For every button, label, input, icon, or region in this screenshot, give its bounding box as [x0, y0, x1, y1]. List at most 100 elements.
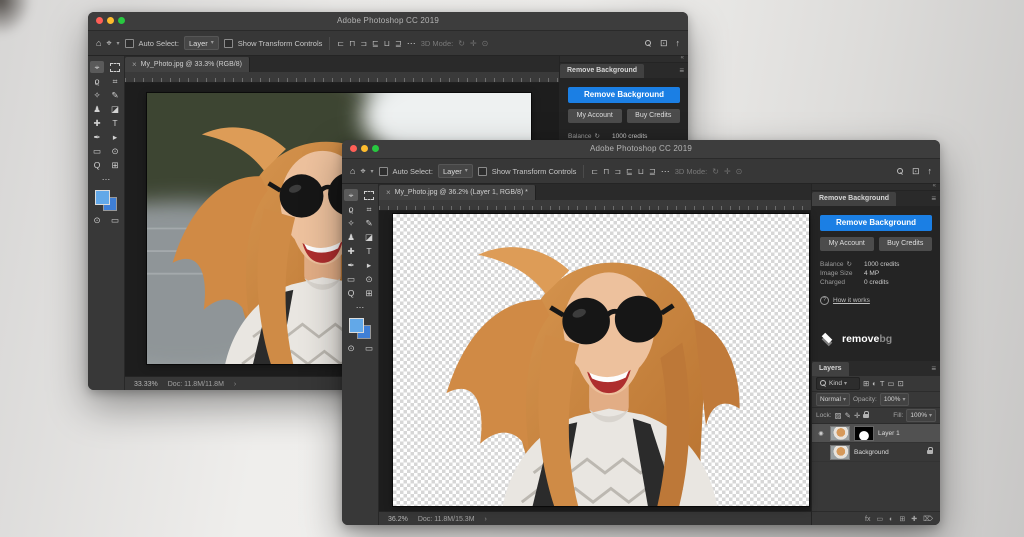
panel-collapse-strip[interactable]: « — [560, 56, 688, 63]
align-left-icon[interactable]: ⊏ — [337, 39, 344, 48]
align-right-icon[interactable]: ⊐ — [614, 167, 621, 176]
layer-effects-icon[interactable]: fx — [865, 516, 870, 523]
lock-position-icon[interactable]: ✛ — [854, 411, 860, 420]
layer-name[interactable]: Layer 1 — [878, 430, 900, 437]
align-bottom-icon[interactable]: ⊒ — [649, 167, 656, 176]
title-bar[interactable]: Adobe Photoshop CC 2019 — [342, 140, 940, 159]
search-icon[interactable] — [645, 40, 652, 47]
healing-brush-tool[interactable]: ✚ — [344, 245, 358, 257]
filter-smart-icon[interactable]: ⊡ — [898, 379, 904, 388]
quick-mask-icon[interactable]: ⊙ — [344, 342, 358, 354]
layer-row-background[interactable]: Background — [812, 443, 940, 462]
auto-select-dropdown[interactable]: Layer▾ — [184, 36, 219, 50]
pen-tool[interactable]: ✒ — [90, 131, 104, 143]
close-tab-icon[interactable]: × — [132, 60, 137, 69]
align-right-icon[interactable]: ⊐ — [360, 39, 367, 48]
crop-tool[interactable]: ⌗ — [108, 75, 122, 87]
align-bottom-icon[interactable]: ⊒ — [395, 39, 402, 48]
layer-filter-dropdown[interactable]: Kind▾ — [816, 377, 860, 390]
lock-transparency-icon[interactable]: ▨ — [835, 411, 842, 420]
zoom-level[interactable]: 33.33% — [134, 381, 158, 388]
pen-tool[interactable]: ✒ — [344, 259, 358, 271]
marquee-tool[interactable] — [108, 61, 122, 73]
clone-stamp-tool[interactable]: ♟ — [90, 103, 104, 115]
filter-type-icon[interactable]: T — [880, 379, 885, 388]
foreground-color-swatch[interactable] — [95, 190, 110, 205]
zoom-window-button[interactable] — [118, 17, 125, 24]
new-group-icon[interactable]: ⊞ — [899, 515, 905, 523]
share-icon[interactable]: ↑ — [928, 167, 933, 176]
more-align-icon[interactable]: ⋯ — [407, 39, 416, 48]
clone-stamp-tool[interactable]: ♟ — [344, 231, 358, 243]
marquee-tool[interactable] — [362, 189, 376, 201]
type-tool[interactable]: T — [362, 245, 376, 257]
share-icon[interactable]: ↑ — [676, 39, 681, 48]
refresh-icon[interactable]: ↻ — [847, 260, 852, 269]
layers-panel-menu-icon[interactable]: ≡ — [931, 364, 936, 373]
minimize-window-button[interactable] — [107, 17, 114, 24]
my-account-button[interactable]: My Account — [820, 237, 874, 251]
remove-background-button[interactable]: Remove Background — [568, 87, 680, 103]
path-select-tool[interactable]: ▸ — [108, 131, 122, 143]
title-bar[interactable]: Adobe Photoshop CC 2019 — [88, 12, 688, 31]
blend-mode-dropdown[interactable]: Normal▾ — [816, 393, 850, 406]
foreground-color-swatch[interactable] — [349, 318, 364, 333]
edit-toolbar-icon[interactable]: ⋯ — [353, 301, 367, 313]
crop-tool[interactable]: ⌗ — [362, 203, 376, 215]
zoom-tool[interactable]: Q — [90, 159, 104, 171]
new-layer-icon[interactable]: ✚ — [911, 515, 917, 523]
filter-shape-icon[interactable]: ▭ — [887, 379, 894, 388]
shape-tool[interactable]: ▭ — [344, 273, 358, 285]
panel-menu-icon[interactable]: ≡ — [931, 194, 936, 203]
remove-bg-tab[interactable]: Remove Background — [812, 192, 896, 206]
layer-name[interactable]: Background — [854, 449, 889, 456]
move-tool-options-icon[interactable]: ⌖ — [360, 167, 365, 176]
layer1-thumbnail[interactable] — [830, 426, 850, 441]
panel-collapse-strip[interactable]: « — [812, 184, 940, 191]
status-chevron-icon[interactable]: › — [234, 381, 236, 388]
quick-selection-tool[interactable]: ✧ — [344, 217, 358, 229]
align-middle-icon[interactable]: ⊔ — [638, 167, 644, 176]
move-tool[interactable]: ⌖ — [90, 61, 104, 73]
brush-tool[interactable]: ✎ — [362, 217, 376, 229]
auto-select-dropdown[interactable]: Layer▾ — [438, 164, 473, 178]
document-tab[interactable]: × My_Photo.jpg @ 36.2% (Layer 1, RGB/8) … — [379, 185, 536, 200]
opacity-dropdown[interactable]: 100%▾ — [880, 393, 910, 406]
move-tool-options-icon[interactable]: ⌖ — [106, 39, 111, 48]
align-middle-icon[interactable]: ⊔ — [384, 39, 390, 48]
lasso-tool[interactable]: ϱ — [90, 75, 104, 87]
buy-credits-button[interactable]: Buy Credits — [627, 109, 681, 123]
document-tab[interactable]: × My_Photo.jpg @ 33.3% (RGB/8) — [125, 57, 250, 72]
quick-selection-tool[interactable]: ✧ — [90, 89, 104, 101]
search-icon[interactable] — [897, 168, 904, 175]
screen-mode-icon[interactable]: ▭ — [362, 342, 376, 354]
align-top-icon[interactable]: ⊑ — [372, 39, 379, 48]
shape-tool[interactable]: ▭ — [90, 145, 104, 157]
edit-toolbar-icon[interactable]: ⋯ — [99, 173, 113, 185]
align-left-icon[interactable]: ⊏ — [591, 167, 598, 176]
close-window-button[interactable] — [96, 17, 103, 24]
eraser-tool[interactable]: ◪ — [108, 103, 122, 115]
healing-brush-tool[interactable]: ✚ — [90, 117, 104, 129]
brush-tool[interactable]: ✎ — [108, 89, 122, 101]
fill-dropdown[interactable]: 100%▾ — [906, 409, 936, 422]
more-align-icon[interactable]: ⋯ — [661, 167, 670, 176]
filter-adjustment-icon[interactable]: ◐ — [872, 379, 877, 388]
home-icon[interactable]: ⌂ — [96, 39, 101, 48]
screen-mode-icon[interactable]: ▭ — [108, 214, 122, 226]
background-thumbnail[interactable] — [830, 445, 850, 460]
workspace-layout-icon[interactable]: ⊡ — [912, 167, 920, 176]
buy-credits-button[interactable]: Buy Credits — [879, 237, 933, 251]
lock-all-icon[interactable] — [863, 414, 869, 418]
layer-row-layer1[interactable]: ◉ Layer 1 — [812, 424, 940, 443]
quick-mask-icon[interactable]: ⊙ — [90, 214, 104, 226]
layers-tab[interactable]: Layers — [812, 362, 849, 376]
how-it-works-link[interactable]: How it works — [833, 297, 870, 304]
auto-select-checkbox[interactable] — [379, 167, 388, 176]
align-top-icon[interactable]: ⊑ — [626, 167, 633, 176]
workspace-layout-icon[interactable]: ⊡ — [660, 39, 668, 48]
close-window-button[interactable] — [350, 145, 357, 152]
type-tool[interactable]: T — [108, 117, 122, 129]
minimize-window-button[interactable] — [361, 145, 368, 152]
lock-paint-icon[interactable]: ✎ — [845, 411, 851, 420]
